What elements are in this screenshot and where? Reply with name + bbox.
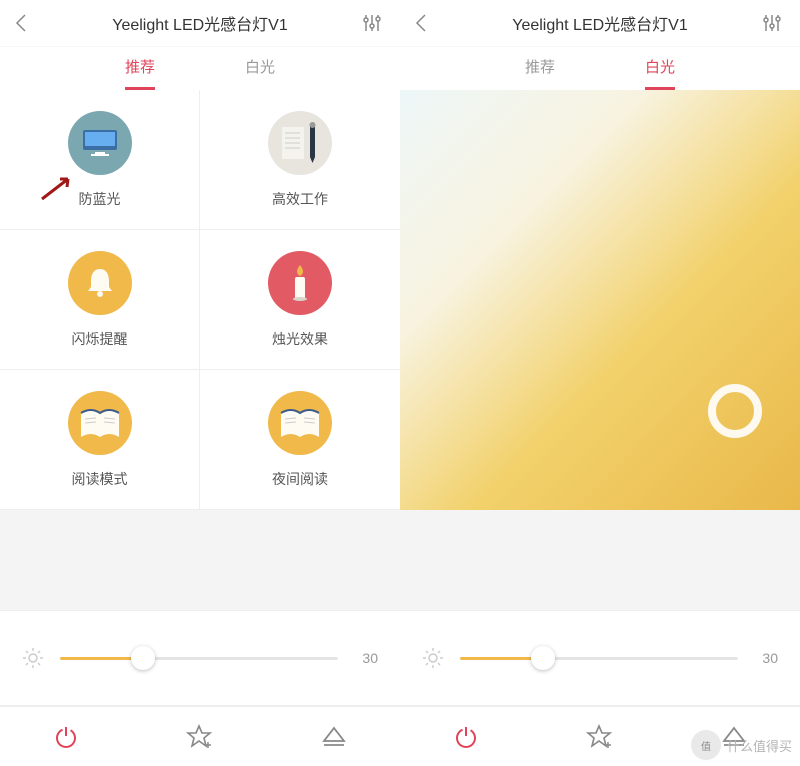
header: Yeelight LED光感台灯V1: [400, 0, 800, 46]
tab-recommend[interactable]: 推荐: [125, 56, 155, 90]
mode-night-reading[interactable]: 夜间阅读: [200, 370, 400, 510]
page-title: Yeelight LED光感台灯V1: [38, 11, 362, 35]
brightness-slider[interactable]: [60, 657, 338, 660]
mode-label: 夜间阅读: [272, 469, 328, 489]
brightness-value: 30: [756, 650, 778, 666]
brightness-slider-block: 30: [400, 610, 800, 706]
mode-label: 阅读模式: [72, 469, 128, 489]
brightness-icon: [22, 647, 44, 669]
arrow-annotation: [40, 175, 74, 201]
book-icon: [68, 391, 132, 455]
bottom-bar: [0, 706, 400, 766]
color-temperature-picker[interactable]: [400, 90, 800, 510]
tabs: 推荐 白光: [0, 46, 400, 90]
power-button[interactable]: [453, 724, 479, 750]
brightness-value: 30: [356, 650, 378, 666]
mode-label: 闪烁提醒: [72, 329, 128, 349]
mode-candle[interactable]: 烛光效果: [200, 230, 400, 370]
tab-white[interactable]: 白光: [245, 56, 275, 90]
brightness-icon: [422, 647, 444, 669]
settings-icon[interactable]: [362, 13, 386, 33]
white-content: [400, 90, 800, 610]
settings-icon[interactable]: [762, 13, 786, 33]
brightness-slider[interactable]: [460, 657, 738, 660]
mode-anti-blue[interactable]: 防蓝光: [0, 90, 200, 230]
recommend-content: 防蓝光 高效工作 闪烁提醒: [0, 90, 400, 610]
watermark: 值 什么值得买: [691, 730, 792, 760]
tab-recommend[interactable]: 推荐: [525, 56, 555, 90]
back-button[interactable]: [414, 13, 438, 33]
bell-icon: [68, 251, 132, 315]
pen-note-icon: [268, 111, 332, 175]
picker-handle[interactable]: [708, 384, 762, 438]
mode-efficient-work[interactable]: 高效工作: [200, 90, 400, 230]
back-button[interactable]: [14, 13, 38, 33]
favorite-button[interactable]: [586, 724, 614, 750]
page-title: Yeelight LED光感台灯V1: [438, 11, 762, 35]
right-pane: Yeelight LED光感台灯V1 推荐 白光: [400, 0, 800, 766]
watermark-text: 什么值得买: [727, 736, 792, 755]
slider-thumb[interactable]: [131, 646, 155, 670]
candle-icon: [268, 251, 332, 315]
mode-label: 高效工作: [272, 189, 328, 209]
slider-thumb[interactable]: [531, 646, 555, 670]
mode-grid: 防蓝光 高效工作 闪烁提醒: [0, 90, 400, 510]
power-button[interactable]: [53, 724, 79, 750]
monitor-icon: [68, 111, 132, 175]
mode-label: 烛光效果: [272, 329, 328, 349]
watermark-logo: 值: [691, 730, 721, 760]
mode-label: 防蓝光: [79, 189, 121, 209]
mode-flash-alert[interactable]: 闪烁提醒: [0, 230, 200, 370]
left-pane: Yeelight LED光感台灯V1 推荐 白光 防蓝光: [0, 0, 400, 766]
tabs: 推荐 白光: [400, 46, 800, 90]
book-icon: [268, 391, 332, 455]
tab-white[interactable]: 白光: [645, 56, 675, 90]
eject-button[interactable]: [321, 726, 347, 748]
favorite-button[interactable]: [186, 724, 214, 750]
mode-reading[interactable]: 阅读模式: [0, 370, 200, 510]
brightness-slider-block: 30: [0, 610, 400, 706]
header: Yeelight LED光感台灯V1: [0, 0, 400, 46]
